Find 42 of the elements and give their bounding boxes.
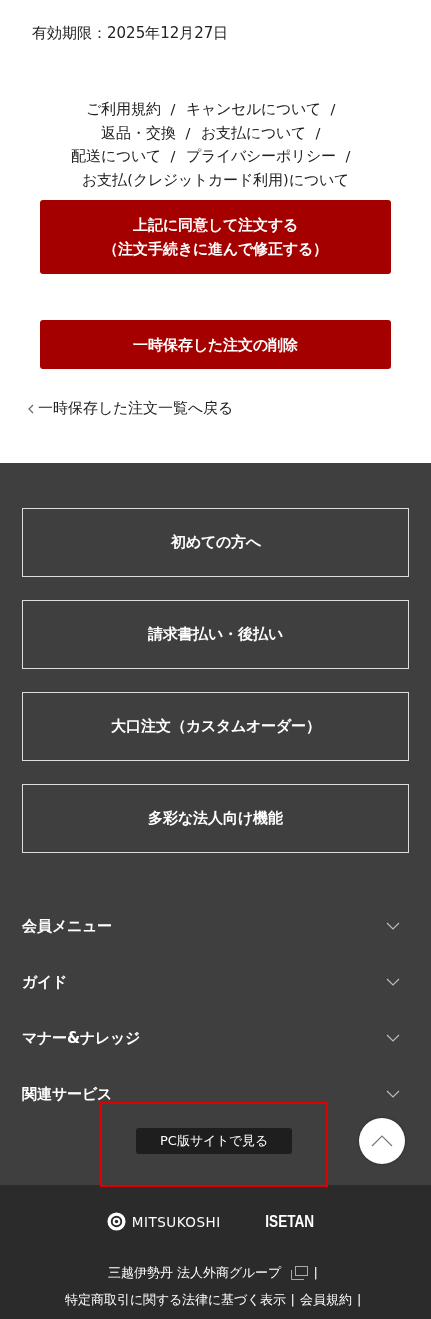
footer-link[interactable]: 三越伊勢丹 法人外商グループ [108,1259,282,1286]
nav-box-link[interactable]: 請求書払い・後払い [22,600,409,669]
footer-link[interactable]: 会員規約 [300,1286,352,1313]
expiry-date: 有効期限：2025年12月27日 [32,23,230,44]
nav-box-link[interactable]: 大口注文（カスタムオーダー） [22,692,409,761]
policy-link[interactable]: お支払(クレジットカード利用)について [82,171,349,188]
chevron-up-icon [371,1135,393,1147]
separator: / [170,148,176,164]
accordion-header[interactable]: 会員メニュー [22,916,112,936]
accordion-header[interactable]: ガイド [22,972,67,992]
policy-link[interactable]: お支払について [200,124,306,141]
chevron-down-icon[interactable] [386,1034,400,1042]
nav-box-link[interactable]: 初めての方へ [22,508,409,577]
separator: / [185,124,191,141]
chevron-down-icon[interactable] [386,1090,400,1098]
policy-link[interactable]: 返品・交換 [100,124,176,141]
separator: / [170,101,176,117]
separator: | [290,1291,295,1309]
footer-link[interactable]: 特定商取引に関する法律に基づく表示 [64,1286,286,1313]
policy-link[interactable]: プライバシーポリシー [185,148,336,164]
separator: / [345,148,351,164]
nav-box-link[interactable]: 多彩な法人向け機能 [22,784,409,853]
chevron-down-icon[interactable] [386,978,400,986]
delete-button[interactable]: 一時保存した注文の削除 [40,320,391,369]
brand-logo[interactable]: MITSUKOSHI [131,1213,221,1230]
pc-site-button[interactable]: PC版サイトで見る [136,1127,292,1154]
policy-link[interactable]: ご利用規約 [85,101,161,117]
policy-link[interactable]: キャンセルについて [185,101,321,117]
chevron-left-icon [28,403,34,414]
scroll-top-button[interactable] [359,1118,405,1164]
chevron-down-icon[interactable] [386,922,400,930]
back-link[interactable]: 一時保存した注文一覧へ戻る [28,399,233,418]
accordion-header[interactable]: マナー&ナレッジ [22,1028,141,1048]
accordion-header[interactable]: 関連サービス [22,1084,112,1104]
separator: | [357,1291,362,1309]
order-button[interactable]: 上記に同意して注文する （注文手続きに進んで修正する） [40,200,391,274]
brand-logo[interactable]: ISETAN [264,1212,314,1231]
separator: | [313,1264,318,1282]
emblem-icon [106,1212,126,1231]
policy-link[interactable]: 配送について [70,148,161,164]
separator: / [315,124,321,141]
separator: / [330,101,336,117]
